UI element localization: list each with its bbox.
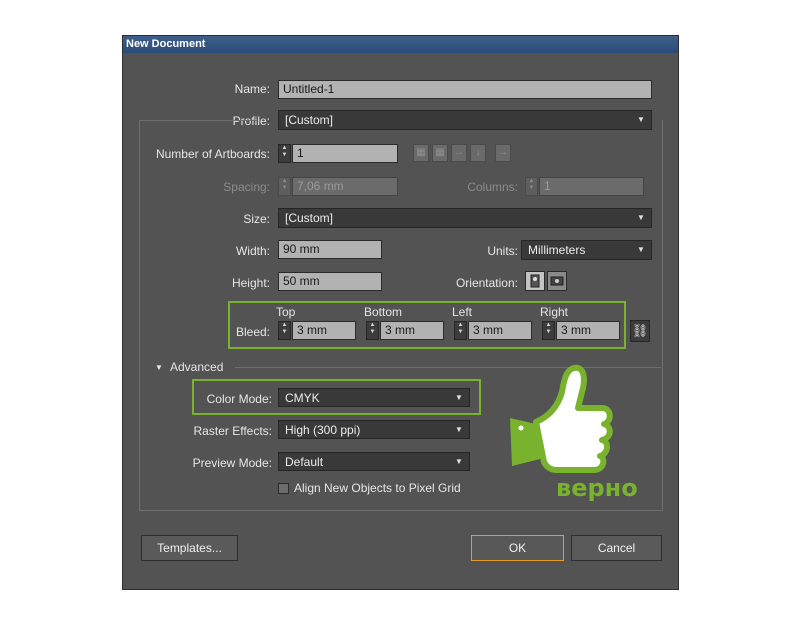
pixel-grid-label[interactable]: Align New Objects to Pixel Grid (294, 481, 461, 495)
link-bleed-icon[interactable]: ⛓ (630, 320, 650, 342)
landscape-icon (550, 276, 564, 286)
portrait-orientation-button[interactable] (525, 271, 545, 291)
bleed-left-header: Left (452, 305, 473, 319)
artboards-stepper[interactable]: ▲ ▼ (278, 144, 291, 163)
dialog-title-bar: New Document (123, 36, 678, 53)
arrange-by-row-icon[interactable]: → (451, 144, 467, 162)
name-input[interactable]: Untitled-1 (278, 80, 652, 99)
units-label: Units: (487, 244, 518, 258)
landscape-orientation-button[interactable] (547, 271, 567, 291)
columns-label: Columns: (467, 180, 518, 194)
thumbs-up-icon (510, 364, 613, 473)
preview-mode-value: Default (285, 455, 324, 469)
portrait-icon (530, 274, 540, 288)
bleed-right-input[interactable]: 3 mm (556, 321, 620, 340)
bleed-left-input[interactable]: 3 mm (468, 321, 532, 340)
bleed-top-stepper[interactable]: ▲ ▼ (278, 321, 291, 340)
units-value: Millimeters (528, 243, 586, 257)
bleed-right-stepper[interactable]: ▲ ▼ (542, 321, 555, 340)
cancel-button[interactable]: Cancel (571, 535, 662, 561)
new-document-dialog: New Document Name: Untitled-1 Profile: [… (122, 35, 679, 590)
verno-caption: верно (556, 474, 638, 502)
bleed-right-header: Right (540, 305, 569, 319)
templates-button[interactable]: Templates... (141, 535, 238, 561)
height-input[interactable]: 50 mm (278, 272, 382, 291)
spacing-input[interactable]: 7,06 mm (292, 177, 398, 196)
bleed-top-header: Top (276, 305, 296, 319)
color-mode-label: Color Mode: (206, 392, 272, 406)
chevron-down-icon: ▼ (637, 213, 645, 222)
units-select[interactable]: Millimeters ▼ (521, 240, 652, 260)
width-input[interactable]: 90 mm (278, 240, 382, 259)
bleed-top-input[interactable]: 3 mm (292, 321, 356, 340)
spacing-label: Spacing: (223, 180, 270, 194)
chevron-down-icon: ▼ (637, 245, 645, 254)
ok-button[interactable]: OK (471, 535, 564, 561)
preview-mode-select[interactable]: Default ▼ (278, 452, 470, 471)
chevron-down-icon: ▼ (455, 424, 463, 434)
bleed-left-stepper[interactable]: ▲ ▼ (454, 321, 467, 340)
artboards-label: Number of Artboards: (155, 147, 270, 161)
columns-input[interactable]: 1 (539, 177, 644, 196)
color-mode-select[interactable]: CMYK ▼ (278, 388, 470, 407)
bleed-bottom-input[interactable]: 3 mm (380, 321, 444, 340)
size-select[interactable]: [Custom] ▼ (278, 208, 652, 228)
raster-effects-select[interactable]: High (300 ppi) ▼ (278, 420, 470, 439)
pixel-grid-checkbox[interactable] (278, 483, 289, 494)
artboards-input[interactable]: 1 (292, 144, 398, 163)
grid-by-column-icon[interactable]: ▦ (432, 144, 448, 162)
width-label: Width: (235, 244, 270, 258)
chevron-down-icon: ▼ (455, 456, 463, 466)
bleed-label: Bleed: (235, 325, 270, 339)
bleed-bottom-header: Bottom (364, 305, 403, 319)
grid-by-row-icon[interactable]: ▦ (413, 144, 429, 162)
columns-stepper[interactable]: ▲ ▼ (525, 177, 538, 196)
color-mode-value: CMYK (285, 391, 320, 405)
spacing-stepper[interactable]: ▲ ▼ (278, 177, 291, 196)
collapse-triangle-icon[interactable]: ▼ (155, 363, 163, 372)
raster-effects-label: Raster Effects: (193, 424, 272, 438)
height-label: Height: (231, 276, 270, 290)
raster-effects-value: High (300 ppi) (285, 423, 361, 437)
chevron-down-icon: ▼ (455, 392, 463, 402)
arrange-by-column-icon[interactable]: ↓ (470, 144, 486, 162)
group-frame-top-left (139, 120, 257, 121)
size-label: Size: (243, 212, 270, 226)
preview-mode-label: Preview Mode: (192, 456, 272, 470)
size-value: [Custom] (285, 211, 334, 225)
bleed-bottom-stepper[interactable]: ▲ ▼ (366, 321, 379, 340)
change-to-right-to-left-icon[interactable]: → (495, 144, 511, 162)
name-label: Name: (234, 82, 270, 96)
advanced-heading[interactable]: Advanced (170, 360, 223, 374)
orientation-label: Orientation: (455, 276, 518, 290)
